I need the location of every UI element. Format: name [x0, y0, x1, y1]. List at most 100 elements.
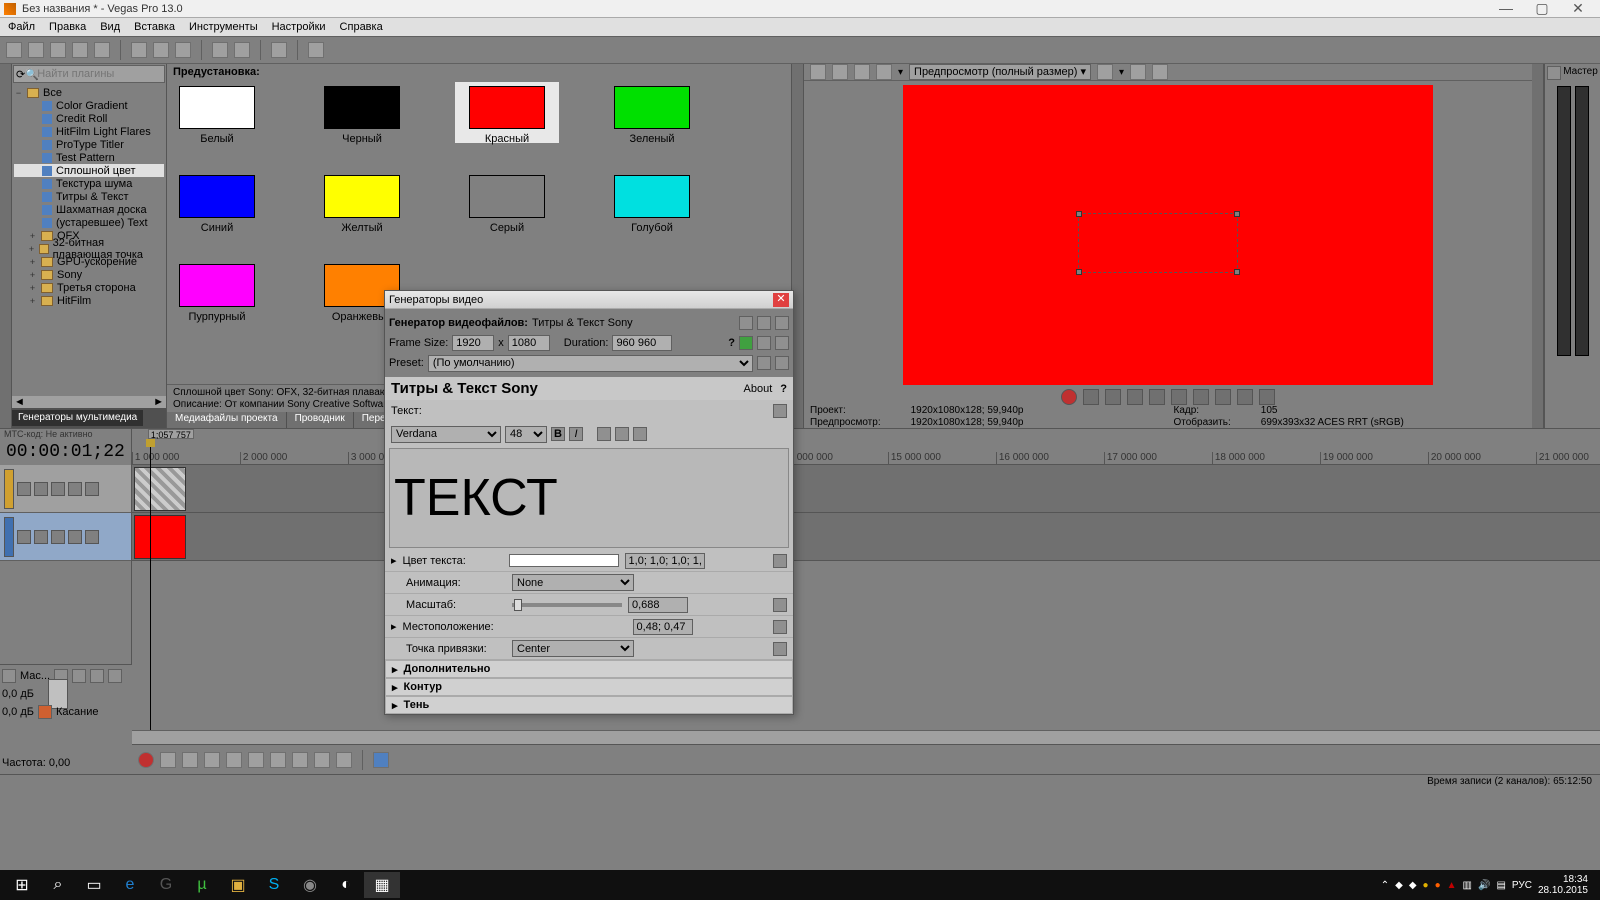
menu-file[interactable]: Файл	[8, 21, 35, 33]
tab-generators[interactable]: Генераторы мультимедиа	[12, 410, 143, 426]
undo-icon[interactable]	[212, 42, 228, 58]
track-mute-icon[interactable]	[68, 530, 82, 544]
track-solo-icon[interactable]	[85, 530, 99, 544]
about-link[interactable]: About	[744, 383, 773, 395]
tray-icon[interactable]: ◆	[1395, 880, 1403, 891]
start-button[interactable]: ⊞	[4, 872, 40, 898]
text-canvas[interactable]: ТЕКСТ	[389, 448, 789, 548]
chrome-icon[interactable]: ◐	[328, 872, 364, 898]
help-icon[interactable]	[308, 42, 324, 58]
track-automation-icon[interactable]	[51, 482, 65, 496]
menu-insert[interactable]: Вставка	[134, 21, 175, 33]
section-advanced[interactable]: ▸Дополнительно	[385, 660, 793, 678]
maximize-button[interactable]: ▢	[1524, 1, 1560, 17]
list-view-icon[interactable]	[757, 316, 771, 330]
preset-Желтый[interactable]: Желтый	[322, 175, 402, 234]
align-center-icon[interactable]	[615, 427, 629, 441]
preset-Синий[interactable]: Синий	[177, 175, 257, 234]
tree-leaf[interactable]: ProType Titler	[14, 138, 164, 151]
menu-settings[interactable]: Настройки	[272, 21, 326, 33]
duration-input[interactable]	[612, 335, 672, 351]
menu-edit[interactable]: Правка	[49, 21, 86, 33]
keyframe-icon[interactable]	[773, 404, 787, 418]
touch-icon[interactable]	[38, 705, 52, 719]
render-icon[interactable]	[72, 42, 88, 58]
video-clip-solid[interactable]	[134, 515, 186, 559]
copy-icon[interactable]	[153, 42, 169, 58]
dialog-titlebar[interactable]: Генераторы видео ✕	[385, 291, 793, 309]
tl-prev-frame-icon[interactable]	[314, 752, 330, 768]
search-input[interactable]	[37, 68, 179, 80]
preset-Черный[interactable]: Черный	[322, 86, 402, 145]
pause-icon[interactable]	[1149, 389, 1165, 405]
preview-canvas[interactable]	[903, 85, 1433, 385]
menu-view[interactable]: Вид	[100, 21, 120, 33]
replace-icon[interactable]	[739, 336, 753, 350]
resize-handle[interactable]	[1076, 269, 1082, 275]
preset-dropdown[interactable]: (По умолчанию)	[428, 355, 753, 372]
track-number-icon[interactable]	[4, 517, 14, 557]
edge-icon[interactable]: e	[112, 872, 148, 898]
scale-slider[interactable]	[512, 603, 622, 607]
pv-split-icon[interactable]	[832, 64, 848, 80]
timeline-h-scrollbar[interactable]	[132, 730, 1600, 744]
frame-height-input[interactable]	[508, 335, 550, 351]
timeline-track-1[interactable]	[132, 465, 1600, 513]
track-bypass-icon[interactable]	[34, 530, 48, 544]
tray-notifications-icon[interactable]: ▤	[1496, 880, 1505, 891]
timecode-display[interactable]: 00:00:01;22	[0, 439, 131, 465]
preset-Красный[interactable]: Красный	[467, 86, 547, 145]
tray-icon[interactable]: ●	[1435, 880, 1441, 891]
app-icon[interactable]: G	[148, 872, 184, 898]
timeline-ruler[interactable]: 1 000 0002 000 0003 000 000800 00012 000…	[132, 439, 1600, 465]
align-left-icon[interactable]	[597, 427, 611, 441]
mixer-btn-icon[interactable]	[108, 669, 122, 683]
playhead-handle-icon[interactable]	[146, 439, 155, 447]
tree-leaf[interactable]: Текстура шума	[14, 177, 164, 190]
playhead[interactable]	[150, 439, 151, 730]
position-value-input[interactable]	[633, 619, 693, 635]
mixer-btn-icon[interactable]	[90, 669, 104, 683]
track-mute-icon[interactable]	[68, 482, 82, 496]
tree-leaf-selected[interactable]: Сплошной цвет	[14, 164, 164, 177]
dock-left[interactable]	[0, 64, 12, 428]
color-value-input[interactable]	[625, 553, 705, 569]
cut-icon[interactable]	[131, 42, 147, 58]
color-swatch[interactable]	[509, 554, 619, 567]
goto-start-icon[interactable]	[1193, 389, 1209, 405]
tl-play-icon[interactable]	[204, 752, 220, 768]
align-right-icon[interactable]	[633, 427, 647, 441]
track-fx-icon[interactable]	[17, 482, 31, 496]
goto-end-icon[interactable]	[1215, 389, 1231, 405]
italic-button[interactable]: I	[569, 427, 583, 441]
tab-media[interactable]: Медиафайлы проекта	[167, 412, 286, 428]
pv-fx-icon[interactable]	[810, 64, 826, 80]
dialog-close-button[interactable]: ✕	[773, 293, 789, 307]
tl-next-frame-icon[interactable]	[336, 752, 352, 768]
new-icon[interactable]	[6, 42, 22, 58]
keyframe-icon[interactable]	[773, 598, 787, 612]
dock-right[interactable]	[1532, 64, 1544, 428]
resize-handle[interactable]	[1234, 211, 1240, 217]
tl-goto-start-icon[interactable]	[270, 752, 286, 768]
tl-goto-end-icon[interactable]	[292, 752, 308, 768]
preset-Зеленый[interactable]: Зеленый	[612, 86, 692, 145]
tl-stop-icon[interactable]	[248, 752, 264, 768]
tree-leaf[interactable]: Color Gradient	[14, 99, 164, 112]
vegas-icon[interactable]: ▦	[364, 872, 400, 898]
font-size-dropdown[interactable]: 48	[505, 426, 547, 443]
keyframe-icon[interactable]	[773, 642, 787, 656]
master-icon[interactable]	[1547, 66, 1561, 80]
tree-root[interactable]: −Все	[14, 86, 164, 99]
dialog-help-icon[interactable]: ?	[728, 337, 735, 349]
search-button[interactable]: ⌕	[40, 872, 76, 898]
tab-explorer[interactable]: Проводник	[287, 412, 353, 428]
meter-right[interactable]	[1575, 86, 1589, 356]
preset-Серый[interactable]: Серый	[467, 175, 547, 234]
menu-tools[interactable]: Инструменты	[189, 21, 258, 33]
text-selection-box[interactable]	[1078, 213, 1238, 273]
redo-icon[interactable]	[234, 42, 250, 58]
properties-icon[interactable]	[94, 42, 110, 58]
mixer-btn-icon[interactable]	[72, 669, 86, 683]
tray-chevron-icon[interactable]: ⌃	[1381, 880, 1389, 891]
